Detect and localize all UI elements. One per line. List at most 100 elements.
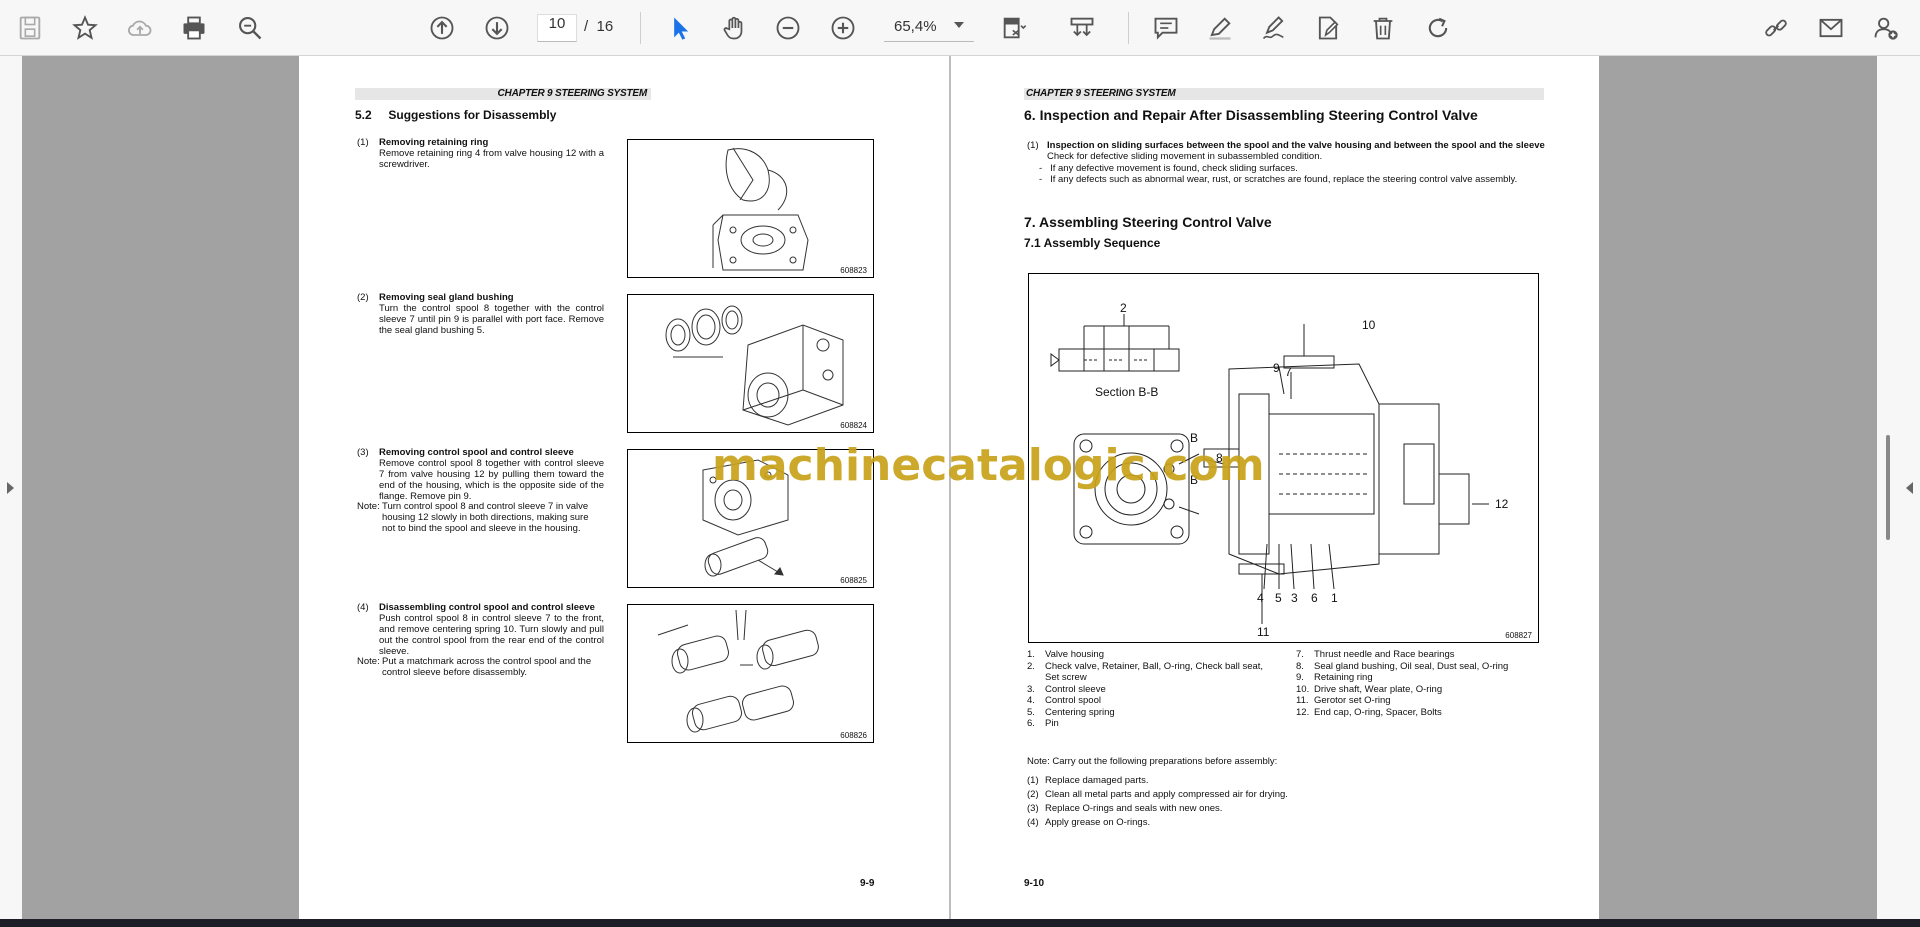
list-item: 12. End cap, O-ring, Spacer, Bolts xyxy=(1296,706,1442,718)
step-title: Removing retaining ring xyxy=(379,137,489,148)
hand-pan-icon[interactable] xyxy=(714,8,754,48)
step-body: Push control spool 8 in control sleeve 7… xyxy=(379,613,604,657)
list-item: (4) Apply grease on O-rings. xyxy=(1027,817,1151,828)
figure-code: 608823 xyxy=(840,266,867,275)
step-body: Turn the control spool 8 together with t… xyxy=(379,303,604,336)
list-item: 11. Gerotor set O-ring xyxy=(1296,695,1391,706)
page-number-right: 9-10 xyxy=(1024,878,1045,889)
list-item: 3. Control sleeve xyxy=(1027,683,1106,695)
next-page-icon[interactable] xyxy=(477,8,517,48)
save-icon[interactable] xyxy=(10,8,50,48)
chapter-header: CHAPTER 9 STEERING SYSTEM xyxy=(1024,88,1544,100)
previous-page-icon[interactable] xyxy=(422,8,462,48)
list-item: 6. Pin xyxy=(1027,718,1059,729)
step-number: (1) xyxy=(357,137,369,148)
share-link-icon[interactable] xyxy=(1756,8,1796,48)
cloud-upload-icon[interactable] xyxy=(120,8,160,48)
step-title: Disassembling control spool and control … xyxy=(379,602,595,613)
taskbar-strip xyxy=(0,919,1920,927)
figure-code: 608827 xyxy=(1505,631,1532,640)
step-4-note: Note: Put a matchmark across the control… xyxy=(357,656,592,678)
list-item: 2. Check valve, Retainer, Ball, O-ring, C… xyxy=(1027,660,1264,672)
parts-list-left: 1. Valve housing 2. Check valve, Retainer,… xyxy=(1027,649,1287,730)
callout-12: 12 xyxy=(1495,497,1509,511)
section-label: Section B-B xyxy=(1095,385,1158,399)
bullet-item: - If any defects such as abnormal wear, … xyxy=(1039,174,1518,185)
redo-icon[interactable] xyxy=(1418,8,1458,48)
inspection-item: (1) Inspection on sliding surfaces betwe… xyxy=(1027,140,1545,162)
callout-2: 2 xyxy=(1120,301,1127,315)
zoom-in-icon[interactable] xyxy=(823,8,863,48)
step-body: Remove control spool 8 together with con… xyxy=(379,458,604,502)
step-body: Remove retaining ring 4 from valve housi… xyxy=(379,148,604,170)
section-7-heading: 7. Assembling Steering Control Valve xyxy=(1024,214,1272,230)
scroll-mode-icon[interactable] xyxy=(1062,8,1102,48)
step-1: (1) Removing retaining ring Remove retai… xyxy=(357,137,607,177)
list-item: (3) Replace O-rings and seals with new on… xyxy=(1027,803,1223,814)
list-item: 7. Thrust needle and Race bearings xyxy=(1296,649,1455,660)
callout-5: 5 xyxy=(1275,591,1282,605)
figure-code: 608824 xyxy=(840,421,867,430)
comment-icon[interactable] xyxy=(1146,8,1186,48)
list-item: 9. Retaining ring xyxy=(1296,672,1373,683)
list-item: (1) Replace damaged parts. xyxy=(1027,775,1149,786)
callout-6: 6 xyxy=(1311,591,1318,605)
section-6-heading: 6. Inspection and Repair After Disassemb… xyxy=(1024,107,1478,123)
bullet-item: - If any defective movement is found, ch… xyxy=(1039,163,1298,174)
step-number: (4) xyxy=(357,602,369,613)
page-number-left: 9-9 xyxy=(860,878,875,889)
chapter-header: CHAPTER 9 STEERING SYSTEM xyxy=(355,88,651,100)
section-7-1-heading: 7.1 Assembly Sequence xyxy=(1024,236,1161,250)
bookmark-star-icon[interactable] xyxy=(65,8,105,48)
figure-removing-retaining-ring: 608823 xyxy=(627,139,874,278)
step-4: (4) Disassembling control spool and cont… xyxy=(357,602,607,657)
list-item: 5. Centering spring xyxy=(1027,706,1115,718)
zoom-level-select[interactable]: 65,4% xyxy=(884,14,974,42)
toolbar: 10 / 16 65,4% xyxy=(0,0,1920,56)
expand-left-panel-icon[interactable] xyxy=(7,482,14,494)
add-user-icon[interactable] xyxy=(1866,8,1906,48)
email-icon[interactable] xyxy=(1811,8,1851,48)
callout-7: 7 xyxy=(1285,365,1292,379)
list-item: 10. Drive shaft, Wear plate, O-ring xyxy=(1296,683,1443,695)
delete-trash-icon[interactable] xyxy=(1363,8,1403,48)
zoom-out-icon[interactable] xyxy=(768,8,808,48)
callout-1: 1 xyxy=(1331,591,1338,605)
step-2: (2) Removing seal gland bushing Turn the… xyxy=(357,292,607,342)
list-item: Set screw xyxy=(1045,672,1087,683)
print-icon[interactable] xyxy=(174,8,214,48)
callout-11: 11 xyxy=(1257,625,1270,639)
step-title: Removing seal gland bushing xyxy=(379,292,514,303)
step-title: Removing control spool and control sleev… xyxy=(379,447,574,458)
figure-code: 608826 xyxy=(840,731,867,740)
list-item: 4. Control spool xyxy=(1027,695,1101,706)
watermark-text: machinecatalogic.com xyxy=(712,440,1265,491)
toolbar-divider xyxy=(1128,12,1129,44)
select-cursor-icon[interactable] xyxy=(660,8,700,48)
callout-9: 9 xyxy=(1273,361,1280,375)
figure-removing-seal-gland-bushing: 608824 xyxy=(627,294,874,433)
vertical-scrollbar[interactable] xyxy=(1886,435,1890,540)
edit-document-icon[interactable] xyxy=(1308,8,1348,48)
callout-4: 4 xyxy=(1257,591,1264,605)
list-item: 1. Valve housing xyxy=(1027,649,1104,660)
section-heading: 5.2 Suggestions for Disassembly xyxy=(355,108,557,122)
step-3: (3) Removing control spool and control s… xyxy=(357,447,607,502)
callout-3: 3 xyxy=(1291,591,1298,605)
draw-signature-icon[interactable] xyxy=(1254,8,1294,48)
page-count: / 16 xyxy=(584,18,614,35)
prep-list: (1) Replace damaged parts. (2) Clean all m… xyxy=(1027,775,1427,831)
toolbar-divider xyxy=(640,12,641,44)
chevron-down-icon[interactable] xyxy=(954,22,964,28)
step-number: (3) xyxy=(357,447,369,458)
page-number-input[interactable]: 10 xyxy=(537,14,577,42)
right-panel-strip xyxy=(1877,56,1920,919)
prep-note: Note: Carry out the following preparatio… xyxy=(1027,756,1278,767)
callout-10: 10 xyxy=(1362,318,1376,332)
figure-disassembling-control-spool: 608826 xyxy=(627,604,874,743)
step-3-note: Note: Turn control spool 8 and control s… xyxy=(357,501,589,534)
highlight-pen-icon[interactable] xyxy=(1200,8,1240,48)
zoom-out-search-icon[interactable] xyxy=(230,8,270,48)
expand-right-panel-icon[interactable] xyxy=(1906,482,1913,494)
page-fit-icon[interactable] xyxy=(994,8,1034,48)
